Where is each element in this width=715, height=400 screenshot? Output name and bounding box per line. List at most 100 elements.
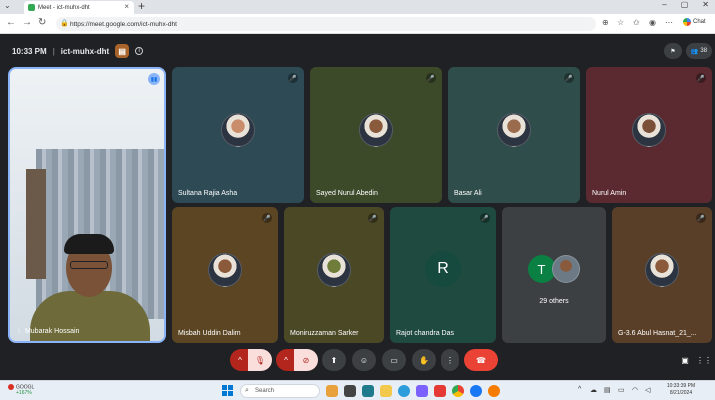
video-options-button[interactable]: ^	[276, 349, 296, 371]
present-button[interactable]: ⬆	[322, 349, 346, 371]
zoom-icon[interactable]: ⊕	[602, 18, 609, 27]
mic-muted-icon: 🎤	[696, 73, 706, 83]
mic-muted-icon: 🎤	[368, 213, 378, 223]
more-icon[interactable]: ⋯	[665, 18, 673, 27]
chat-label: Chat	[693, 19, 706, 25]
maximize-icon[interactable]: ▢	[681, 0, 689, 9]
mic-muted-icon: 🎤	[564, 73, 574, 83]
mic-muted-icon: 🎤	[426, 73, 436, 83]
participant-tile[interactable]: 🎤 G-3.6 Abul Hasnat_21_...	[612, 207, 712, 343]
taskbar-app-teams-icon[interactable]	[362, 385, 374, 397]
grid-apps-icon: ⋮⋮	[696, 355, 712, 365]
copilot-icon	[683, 18, 691, 26]
new-tab-icon[interactable]: +	[138, 0, 145, 13]
pin-icon: ⁞	[18, 328, 20, 335]
taskbar-app-facebook-icon[interactable]	[470, 385, 482, 397]
participant-avatar	[632, 113, 666, 147]
window-controls: – ▢ ✕	[662, 0, 709, 9]
taskbar-app-widgets-icon[interactable]	[326, 385, 338, 397]
screen: ⌄ Meet - ict-muhx-dht × + – ▢ ✕ ← → ↻ 🔒 …	[0, 0, 715, 400]
taskbar-app-store-icon[interactable]	[416, 385, 428, 397]
meeting-time: 10:33 PM	[12, 46, 47, 56]
favorites-icon[interactable]: ✩	[633, 18, 640, 27]
stock-widget[interactable]: GOOGL +167%	[8, 384, 34, 396]
control-bar: ^ 🎙 ^ ⊘ ⬆ ☺ ▭ ✋ ⋮ ☎ ▣ ⋮⋮	[0, 347, 715, 377]
tray-chevron-icon[interactable]: ^	[578, 386, 581, 393]
participant-tile[interactable]: R 🎤 Rajot chandra Das	[390, 207, 496, 343]
participant-tile[interactable]: T 29 others	[502, 207, 606, 343]
participant-tile[interactable]: 🎤 Basar Ali	[448, 67, 580, 203]
video-door	[26, 169, 46, 279]
chat-button[interactable]: Chat	[683, 18, 706, 26]
activities-button[interactable]: ⋮⋮	[696, 349, 712, 371]
volume-icon[interactable]: ◁	[645, 386, 650, 394]
taskbar-app-explorer-icon[interactable]	[380, 385, 392, 397]
close-tab-icon[interactable]: ×	[124, 2, 129, 11]
reactions-button[interactable]: ☺	[352, 349, 376, 371]
camera-button[interactable]: ⊘	[294, 349, 318, 371]
reload-icon[interactable]: ↻	[38, 17, 46, 28]
raise-hand-button[interactable]: ✋	[412, 349, 436, 371]
url-text: https://meet.google.com/ict-muhx-dht	[70, 20, 177, 28]
taskbar-app-chrome-icon[interactable]	[452, 385, 464, 397]
star-icon[interactable]: ☆	[617, 18, 624, 27]
host-controls-button[interactable]: ⚑	[664, 43, 682, 59]
participant-name: G-3.6 Abul Hasnat_21_...	[618, 330, 697, 337]
chat-panel-button[interactable]: ▣	[676, 349, 694, 371]
tab-menu-icon[interactable]: ⌄	[4, 1, 11, 10]
more-options-button[interactable]: ⋮	[441, 349, 459, 371]
meeting-header: 10:33 PM | ict-muhx-dht ▤ i	[12, 44, 144, 58]
clock-date: 8/21/2024	[669, 390, 693, 396]
participant-letter-avatar: R	[425, 251, 461, 287]
info-icon[interactable]: i	[135, 47, 144, 55]
hand-icon: ✋	[419, 355, 429, 365]
participant-tile[interactable]: 🎤 Sayed Nurul Abedin	[310, 67, 442, 203]
participant-name: Misbah Uddin Dalim	[178, 330, 241, 337]
lock-icon[interactable]: 🔒	[60, 19, 69, 27]
people-button[interactable]: 👥 38	[686, 43, 712, 59]
back-icon[interactable]: ←	[6, 17, 16, 28]
mic-muted-icon: 🎤	[288, 73, 298, 83]
tray-battery-icon[interactable]: ▭	[618, 386, 625, 394]
forward-icon[interactable]: →	[22, 17, 32, 28]
taskbar-app-taskview-icon[interactable]	[344, 385, 356, 397]
mic-button[interactable]: 🎙	[248, 349, 272, 371]
tray-cloud-icon[interactable]: ☁	[590, 386, 597, 394]
self-name-label: ⁞ Mubarak Hossain	[18, 328, 79, 335]
header-separator: |	[52, 46, 55, 56]
participant-tile[interactable]: 🎤 Misbah Uddin Dalim	[172, 207, 278, 343]
participant-name: Basar Ali	[454, 190, 482, 197]
self-video-tile[interactable]: ▮▮ ⁞ Mubarak Hossain	[8, 67, 166, 343]
participant-avatar	[221, 113, 255, 147]
participant-tile[interactable]: 🎤 Sultana Rajia Asha	[172, 67, 304, 203]
profile-icon[interactable]: ◉	[649, 18, 656, 27]
taskbar-app-edge-icon[interactable]	[398, 385, 410, 397]
wifi-icon[interactable]: ◠	[632, 386, 638, 394]
participant-tile[interactable]: 🎤 Nurul Amin	[586, 67, 712, 203]
tray-language-icon[interactable]: ▤	[604, 386, 611, 394]
present-screen-icon: ⬆	[330, 355, 338, 365]
participant-avatar	[208, 253, 242, 287]
taskbar-app-youtube-icon[interactable]	[434, 385, 446, 397]
chevron-up-icon: ^	[238, 355, 242, 365]
close-window-icon[interactable]: ✕	[702, 0, 709, 9]
captions-button[interactable]: ▭	[382, 349, 406, 371]
audio-options-button[interactable]: ^	[230, 349, 250, 371]
leave-call-button[interactable]: ☎	[464, 349, 498, 371]
emoji-icon: ☺	[359, 355, 369, 365]
participant-name: Nurul Amin	[592, 190, 627, 197]
activity-icon[interactable]: ▤	[115, 44, 130, 58]
captions-icon: ▭	[390, 355, 398, 365]
participant-tile[interactable]: 🎤 Moniruzzaman Sarker	[284, 207, 384, 343]
minimize-icon[interactable]: –	[662, 0, 666, 9]
taskbar-search-input[interactable]: ⌕ Search	[240, 384, 320, 398]
start-icon[interactable]	[222, 385, 233, 396]
taskbar-clock[interactable]: 10:33:39 PM 8/21/2024	[660, 383, 702, 397]
browser-tab-meet[interactable]: Meet - ict-muhx-dht ×	[24, 1, 134, 14]
participant-name: Moniruzzaman Sarker	[290, 330, 359, 337]
search-icon: ⌕	[245, 387, 249, 394]
url-input[interactable]: 🔒 https://meet.google.com/ict-muhx-dht	[56, 17, 596, 31]
participant-avatar	[359, 113, 393, 147]
taskbar-app-vlc-icon[interactable]	[488, 385, 500, 397]
video-person-body	[30, 291, 150, 341]
